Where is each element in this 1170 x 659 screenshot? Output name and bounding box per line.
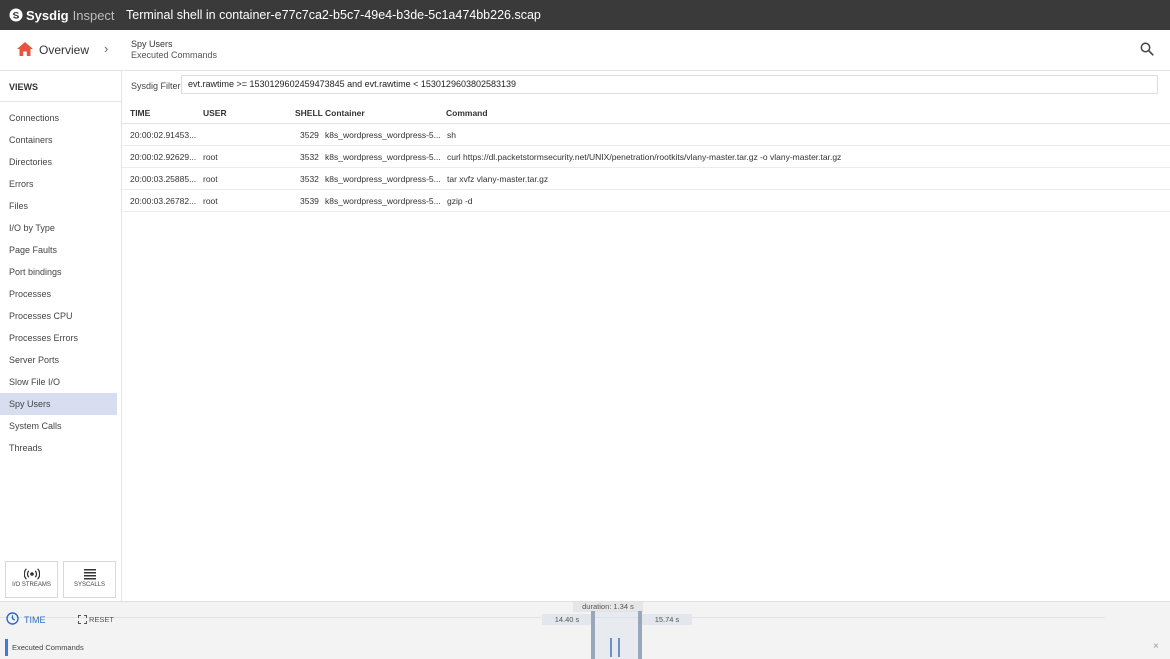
selection-end-label: 15.74 s (642, 614, 692, 625)
cell-container: k8s_wordpress_wordpress-5... (325, 130, 441, 140)
sidebar-item-system-calls[interactable]: System Calls (0, 415, 117, 437)
table-row[interactable]: 20:00:02.91453... 3529 k8s_wordpress_wor… (122, 124, 1170, 146)
cell-command: curl https://dl.packetstormsecurity.net/… (447, 152, 842, 162)
sidebar: VIEWS Connections Containers Directories… (0, 71, 122, 601)
column-header-command[interactable]: Command (446, 108, 488, 118)
app-logo: Sysdig Inspect (9, 7, 115, 23)
cell-time: 20:00:03.26782... (130, 196, 197, 206)
cell-time: 20:00:03.25885... (130, 174, 197, 184)
cell-command: tar xvfz vlany-master.tar.gz (447, 174, 549, 184)
clock-icon (6, 612, 19, 625)
sidebar-item-processes[interactable]: Processes (0, 283, 117, 305)
sysdig-logo-icon (9, 8, 23, 22)
time-toggle[interactable]: TIME (24, 615, 46, 625)
filter-label: Sysdig Filter (131, 81, 181, 91)
sidebar-item-spy-users[interactable]: Spy Users (0, 393, 117, 415)
table-header: TIME USER SHELL Container Command (122, 101, 1170, 124)
selection-end-handle[interactable] (638, 611, 642, 659)
cell-time: 20:00:02.92629... (130, 152, 197, 162)
product-name: Inspect (72, 7, 115, 23)
cell-command: sh (447, 130, 456, 140)
chevron-right-icon: › (104, 41, 109, 56)
column-header-time[interactable]: TIME (130, 108, 150, 118)
series-label: Executed Commands (12, 643, 84, 652)
syscalls-button[interactable]: SYSCALLS (63, 561, 116, 598)
cell-container: k8s_wordpress_wordpress-5... (325, 152, 441, 162)
sidebar-item-processes-errors[interactable]: Processes Errors (0, 327, 117, 349)
column-header-shell[interactable]: SHELL (295, 108, 323, 118)
views-label: VIEWS (9, 82, 39, 92)
filter-bar: Sysdig Filter (122, 72, 1170, 100)
table-row[interactable]: 20:00:03.25885... root 3532 k8s_wordpres… (122, 168, 1170, 190)
cell-shell: 3529 (300, 130, 319, 140)
sidebar-item-threads[interactable]: Threads (0, 437, 117, 459)
sidebar-item-connections[interactable]: Connections (0, 107, 117, 129)
table-row[interactable]: 20:00:03.26782... root 3539 k8s_wordpres… (122, 190, 1170, 212)
sidebar-item-io-by-type[interactable]: I/O by Type (0, 217, 117, 239)
brand-name: Sysdig (26, 7, 69, 23)
breadcrumb-subview: Executed Commands (131, 50, 218, 60)
cell-user: root (203, 152, 218, 162)
sidebar-item-files[interactable]: Files (0, 195, 117, 217)
syscalls-label: SYSCALLS (73, 582, 106, 588)
column-header-user[interactable]: USER (203, 108, 227, 118)
event-bar (618, 638, 620, 657)
overview-link[interactable]: Overview (39, 43, 89, 57)
sidebar-item-processes-cpu[interactable]: Processes CPU (0, 305, 117, 327)
cell-container: k8s_wordpress_wordpress-5... (325, 196, 441, 206)
results-table: TIME USER SHELL Container Command 20:00:… (122, 101, 1170, 212)
title-bar: Sysdig Inspect Terminal shell in contain… (0, 0, 1170, 30)
table-row[interactable]: 20:00:02.92629... root 3532 k8s_wordpres… (122, 146, 1170, 168)
sidebar-item-page-faults[interactable]: Page Faults (0, 239, 117, 261)
timeline-panel: TIME RESET duration: 1.34 s 14.40 s 15.7… (0, 601, 1170, 659)
window-title: Terminal shell in container-e77c7ca2-b5c… (126, 8, 541, 22)
cell-user: root (203, 174, 218, 184)
sidebar-item-directories[interactable]: Directories (0, 151, 117, 173)
breadcrumb-view: Spy Users (131, 39, 173, 49)
column-header-container[interactable]: Container (325, 108, 365, 118)
cell-time: 20:00:02.91453... (130, 130, 197, 140)
views-list: Connections Containers Directories Error… (0, 107, 121, 459)
search-icon[interactable] (1140, 42, 1154, 56)
sysdig-filter-input[interactable] (181, 75, 1158, 94)
sidebar-item-errors[interactable]: Errors (0, 173, 117, 195)
reset-button[interactable]: RESET (89, 615, 114, 624)
home-icon[interactable] (16, 41, 34, 57)
cell-shell: 3532 (300, 152, 319, 162)
close-icon[interactable]: × (1153, 641, 1159, 652)
series-color-marker (5, 639, 8, 656)
sidebar-item-port-bindings[interactable]: Port bindings (0, 261, 117, 283)
io-streams-label: I/O STREAMS (12, 582, 51, 588)
cell-shell: 3532 (300, 174, 319, 184)
event-bar (610, 638, 612, 657)
header: Overview › Spy Users Executed Commands (0, 30, 1170, 71)
cell-container: k8s_wordpress_wordpress-5... (325, 174, 441, 184)
list-icon (83, 569, 96, 580)
selection-range[interactable] (595, 611, 639, 659)
expand-icon[interactable] (78, 615, 87, 624)
broadcast-icon (23, 568, 40, 580)
selection-start-handle[interactable] (591, 611, 595, 659)
sidebar-item-server-ports[interactable]: Server Ports (0, 349, 117, 371)
io-streams-button[interactable]: I/O STREAMS (5, 561, 58, 598)
selection-start-label: 14.40 s (542, 614, 592, 625)
views-header: VIEWS (0, 71, 121, 102)
sidebar-item-containers[interactable]: Containers (0, 129, 117, 151)
cell-command: gzip -d (447, 196, 473, 206)
sidebar-item-slow-file-io[interactable]: Slow File I/O (0, 371, 117, 393)
cell-user: root (203, 196, 218, 206)
cell-shell: 3539 (300, 196, 319, 206)
